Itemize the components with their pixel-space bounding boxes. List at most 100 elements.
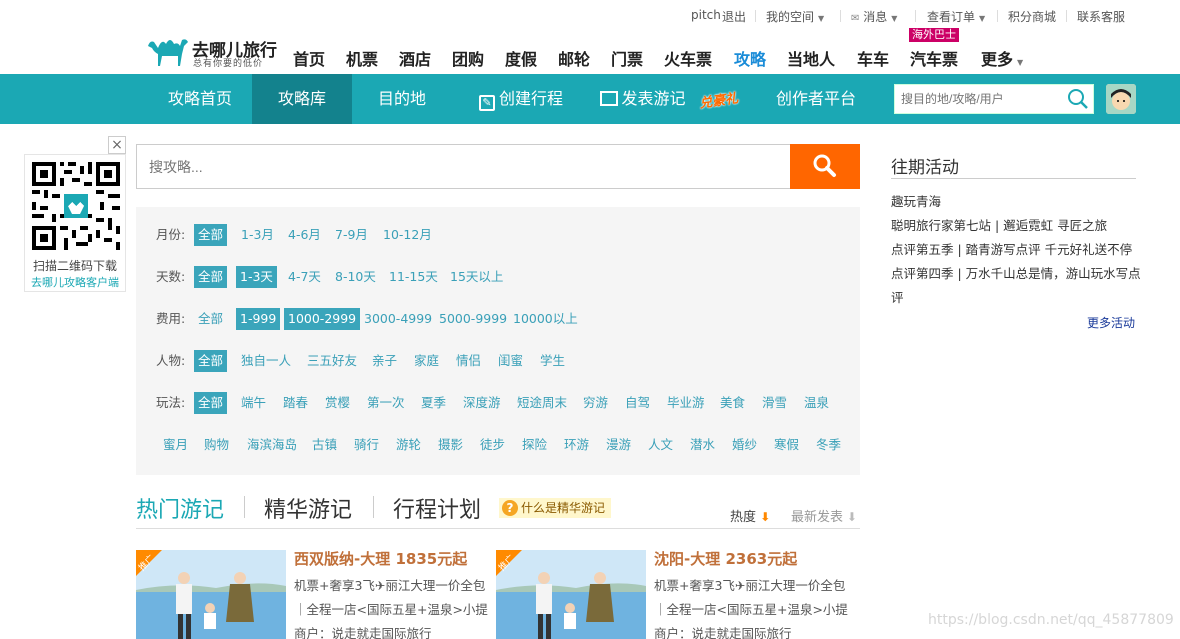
filter-option[interactable]: 探险 bbox=[518, 434, 551, 456]
filter-option[interactable]: 骑行 bbox=[350, 434, 383, 456]
filter-option[interactable]: 毕业游 bbox=[663, 392, 709, 414]
points-mall-link[interactable]: 积分商城 bbox=[1008, 8, 1056, 25]
guide-nav-creator[interactable]: 创作者平台 bbox=[770, 74, 862, 124]
sort-by-newest[interactable]: 最新发表 ⬇ bbox=[791, 506, 857, 525]
filter-option[interactable]: 游轮 bbox=[392, 434, 425, 456]
filter-option[interactable]: 3000-4999 bbox=[360, 308, 436, 330]
filter-option[interactable]: 深度游 bbox=[459, 392, 505, 414]
nav-cruise[interactable]: 邮轮 bbox=[558, 46, 590, 70]
filter-option[interactable]: 全部 bbox=[194, 308, 227, 330]
filter-option[interactable]: 端午 bbox=[237, 392, 270, 414]
filter-option[interactable]: 情侣 bbox=[452, 350, 485, 372]
nav-more[interactable]: 更多 ▼ bbox=[981, 46, 1023, 70]
filter-option[interactable]: 环游 bbox=[560, 434, 593, 456]
my-space-menu[interactable]: 我的空间 ▼ bbox=[766, 8, 824, 25]
filter-option[interactable]: 5000-9999 bbox=[435, 308, 511, 330]
guide-nav-home[interactable]: 攻略首页 bbox=[148, 74, 252, 124]
activity-link-wrap[interactable]: 评 bbox=[891, 287, 904, 306]
filter-option[interactable]: 1-3天 bbox=[236, 266, 277, 288]
filter-option[interactable]: 温泉 bbox=[800, 392, 833, 414]
filter-option[interactable]: 古镇 bbox=[308, 434, 341, 456]
guide-search-input[interactable] bbox=[895, 85, 1061, 113]
filter-option[interactable]: 蜜月 bbox=[159, 434, 192, 456]
filter-option[interactable]: 学生 bbox=[536, 350, 569, 372]
activity-link[interactable]: 聪明旅行家第七站 | 邂逅霓虹 寻匠之旅 bbox=[891, 215, 1107, 234]
activity-link[interactable]: 趣玩青海 bbox=[891, 191, 941, 210]
search-icon[interactable] bbox=[1067, 88, 1089, 110]
filter-option[interactable]: 独自一人 bbox=[237, 350, 295, 372]
filter-option[interactable]: 15天以上 bbox=[446, 266, 507, 288]
activity-link[interactable]: 点评第四季 | 万水千山总是情，游山玩水写点 bbox=[891, 263, 1141, 282]
nav-group-buy[interactable]: 团购 bbox=[452, 46, 484, 70]
nav-train[interactable]: 火车票 bbox=[664, 46, 712, 70]
guide-keyword-input[interactable] bbox=[137, 145, 777, 188]
search-button[interactable] bbox=[790, 144, 860, 189]
filter-option[interactable]: 三五好友 bbox=[303, 350, 361, 372]
contact-link[interactable]: 联系客服 bbox=[1077, 8, 1125, 25]
card-title[interactable]: 沈阳-大理 2363元起 bbox=[654, 548, 797, 569]
messages-menu[interactable]: ✉ 消息 ▼ bbox=[851, 8, 897, 25]
filter-option[interactable]: 全部 bbox=[194, 392, 228, 414]
guide-nav-publish[interactable]: 发表游记 bbox=[598, 74, 688, 124]
filter-option[interactable]: 摄影 bbox=[434, 434, 467, 456]
logout-link[interactable]: 退出 bbox=[722, 8, 746, 25]
tab-elite-notes[interactable]: 精华游记 bbox=[264, 492, 352, 524]
sort-by-heat[interactable]: 热度 ⬇ bbox=[730, 506, 770, 525]
filter-option[interactable]: 全部 bbox=[194, 266, 228, 288]
filter-option[interactable]: 人文 bbox=[644, 434, 677, 456]
nav-bus[interactable]: 汽车票 bbox=[910, 46, 958, 70]
filter-option[interactable]: 美食 bbox=[716, 392, 749, 414]
nav-home[interactable]: 首页 bbox=[293, 46, 325, 70]
filter-option[interactable]: 1-3月 bbox=[237, 224, 278, 246]
username-link[interactable]: pitch bbox=[691, 8, 721, 22]
filter-option[interactable]: 闺蜜 bbox=[494, 350, 527, 372]
filter-option[interactable]: 寒假 bbox=[770, 434, 803, 456]
more-activities-link[interactable]: 更多活动 bbox=[1087, 314, 1135, 331]
travel-note-card[interactable]: 推广 沈阳-大理 2363元起 机票+奢享3飞✈丽江大理一价全包 ｜全程一店<国… bbox=[496, 548, 852, 639]
filter-option[interactable]: 踏春 bbox=[279, 392, 312, 414]
nav-guides[interactable]: 攻略 bbox=[734, 46, 766, 70]
filter-option[interactable]: 全部 bbox=[194, 224, 228, 246]
filter-option[interactable]: 夏季 bbox=[417, 392, 450, 414]
filter-option[interactable]: 婚纱 bbox=[728, 434, 761, 456]
filter-option[interactable]: 家庭 bbox=[410, 350, 443, 372]
nav-vacation[interactable]: 度假 bbox=[505, 46, 537, 70]
tab-hot-notes[interactable]: 热门游记 bbox=[136, 492, 224, 524]
nav-locals[interactable]: 当地人 bbox=[787, 46, 835, 70]
filter-option[interactable]: 冬季 bbox=[812, 434, 845, 456]
guide-nav-create-trip[interactable]: ✎ 创建行程 bbox=[476, 74, 566, 124]
filter-option[interactable]: 4-7天 bbox=[284, 266, 325, 288]
filter-option[interactable]: 潜水 bbox=[686, 434, 719, 456]
qr-app-name[interactable]: 去哪儿攻略客户端 bbox=[25, 274, 125, 290]
filter-option[interactable]: 赏樱 bbox=[321, 392, 354, 414]
close-qr-button[interactable]: × bbox=[108, 136, 126, 154]
filter-option[interactable]: 7-9月 bbox=[331, 224, 372, 246]
filter-option[interactable]: 短途周末 bbox=[513, 392, 571, 414]
filter-option[interactable]: 第一次 bbox=[363, 392, 409, 414]
filter-option[interactable]: 全部 bbox=[194, 350, 228, 372]
guide-nav-destinations[interactable]: 目的地 bbox=[362, 74, 442, 124]
nav-flights[interactable]: 机票 bbox=[346, 46, 378, 70]
filter-option[interactable]: 10-12月 bbox=[379, 224, 436, 246]
nav-car[interactable]: 车车 bbox=[857, 46, 889, 70]
guide-nav-library[interactable]: 攻略库 bbox=[252, 74, 352, 124]
filter-option[interactable]: 徒步 bbox=[476, 434, 509, 456]
filter-option[interactable]: 购物 bbox=[200, 434, 233, 456]
filter-option[interactable]: 穷游 bbox=[579, 392, 612, 414]
filter-option[interactable]: 10000以上 bbox=[509, 308, 582, 330]
activity-link[interactable]: 点评第五季 | 踏青游写点评 千元好礼送不停 bbox=[891, 239, 1132, 258]
what-is-elite-link[interactable]: ? 什么是精华游记 bbox=[499, 498, 612, 518]
filter-option[interactable]: 亲子 bbox=[368, 350, 401, 372]
filter-option[interactable]: 11-15天 bbox=[385, 266, 442, 288]
filter-option[interactable]: 1-999 bbox=[236, 308, 281, 330]
filter-option[interactable]: 1000-2999 bbox=[284, 308, 361, 330]
filter-option[interactable]: 自驾 bbox=[621, 392, 654, 414]
filter-option[interactable]: 海滨海岛 bbox=[243, 434, 301, 456]
nav-tickets[interactable]: 门票 bbox=[611, 46, 643, 70]
orders-menu[interactable]: 查看订单 ▼ bbox=[927, 8, 985, 25]
filter-option[interactable]: 漫游 bbox=[602, 434, 635, 456]
filter-option[interactable]: 4-6月 bbox=[284, 224, 325, 246]
travel-note-card[interactable]: 推广 西双版纳-大理 1835元起 机票+奢享3飞✈丽江大理一价全包 ｜全程一店… bbox=[136, 548, 492, 639]
filter-option[interactable]: 滑雪 bbox=[758, 392, 791, 414]
nav-hotels[interactable]: 酒店 bbox=[399, 46, 431, 70]
